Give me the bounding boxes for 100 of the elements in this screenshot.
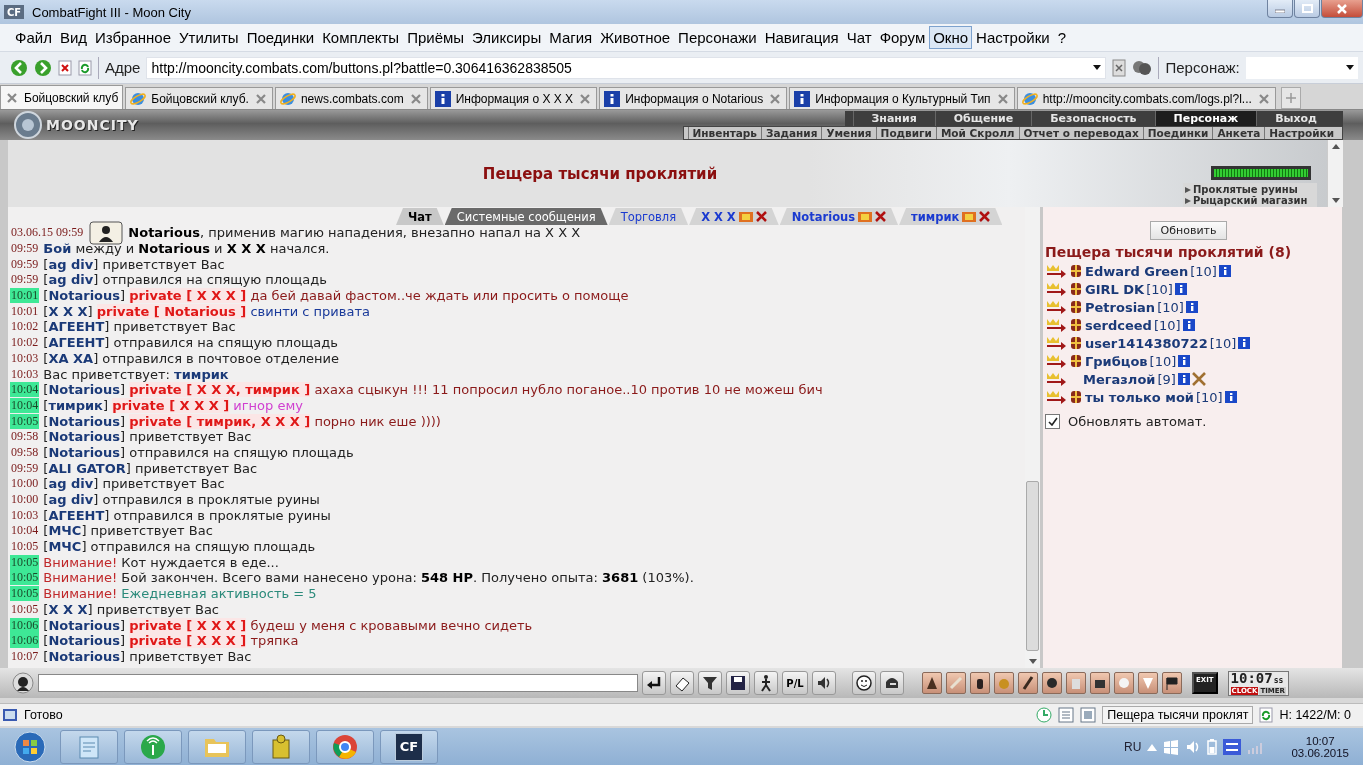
- taskbar-button[interactable]: CF: [380, 729, 438, 764]
- user-name-link[interactable]: Petrosian: [1085, 299, 1156, 315]
- taskbar-button[interactable]: [124, 729, 182, 764]
- address-field[interactable]: http://mooncity.combats.com/buttons.pl?battle=0.306416362838505: [146, 56, 1107, 79]
- nav-link[interactable]: Подвиги: [875, 127, 936, 139]
- attack-icon[interactable]: [1045, 281, 1067, 297]
- back-icon[interactable]: [10, 58, 28, 77]
- browser-tab[interactable]: news.combats.com: [274, 87, 428, 109]
- dropdown-caret-icon[interactable]: [1345, 65, 1354, 70]
- nav-link[interactable]: Мой Скролл: [935, 127, 1019, 139]
- menu-item[interactable]: Форум: [875, 26, 930, 49]
- close-icon[interactable]: [768, 91, 783, 106]
- app-logo[interactable]: CF: [395, 732, 423, 761]
- menu-item[interactable]: Эликсиры: [468, 26, 546, 49]
- refresh-icon[interactable]: [1259, 707, 1274, 723]
- close-icon[interactable]: [755, 211, 767, 222]
- nav-link[interactable]: Отчет о переводах: [1018, 127, 1143, 139]
- attack-icon[interactable]: [1045, 371, 1067, 387]
- attack-icon[interactable]: [1045, 317, 1067, 333]
- nav-link[interactable]: Умения: [821, 127, 876, 139]
- nav-link[interactable]: Настройки: [1264, 127, 1338, 139]
- pl-button[interactable]: P/L: [782, 671, 808, 695]
- browser-tab[interactable]: Информация о X X X: [429, 87, 598, 109]
- antenna-icon[interactable]: [140, 733, 166, 760]
- info-icon[interactable]: [1218, 265, 1231, 277]
- scrollbar[interactable]: [1025, 207, 1040, 668]
- taskbar-button[interactable]: [316, 729, 374, 764]
- menu-item[interactable]: Окно: [929, 26, 973, 49]
- menu-item[interactable]: Комплекты: [318, 26, 404, 49]
- browser-tab[interactable]: Информация о Notarious: [599, 87, 788, 109]
- close-icon[interactable]: [5, 90, 19, 105]
- menu-item[interactable]: Избранное: [91, 26, 176, 49]
- info-icon[interactable]: [1224, 391, 1237, 403]
- user-name-link[interactable]: GIRL DK: [1085, 281, 1145, 297]
- nav-link[interactable]: Задания: [760, 127, 822, 139]
- nav-link[interactable]: Анкета: [1212, 127, 1265, 139]
- attack-icon[interactable]: [1045, 353, 1067, 369]
- user-name-link[interactable]: user1414380722: [1085, 335, 1208, 351]
- taskbar-button[interactable]: [188, 729, 246, 764]
- chat-tab[interactable]: тимрик: [899, 208, 1003, 225]
- menu-item[interactable]: Настройки: [972, 26, 1054, 49]
- user-name-link[interactable]: serdceed: [1085, 317, 1152, 333]
- head-icon[interactable]: [12, 672, 34, 694]
- browser-tab[interactable]: Бойцовский клуб.: [125, 87, 273, 109]
- close-icon[interactable]: [875, 211, 887, 222]
- browser-tab[interactable]: Бойцовский клуб: [0, 85, 124, 109]
- browser-icon[interactable]: [332, 733, 358, 760]
- start-button[interactable]: [14, 730, 46, 763]
- menu-item[interactable]: Навигация: [760, 26, 843, 49]
- checkbox[interactable]: [1045, 414, 1060, 429]
- dropdown-caret-icon[interactable]: [1093, 65, 1102, 70]
- chat-tab[interactable]: Чат: [396, 208, 444, 225]
- forward-icon[interactable]: [34, 58, 52, 77]
- menu-item[interactable]: Утилиты: [175, 26, 243, 49]
- page-icon[interactable]: [1112, 58, 1127, 77]
- clock-time[interactable]: 10:07: [1305, 734, 1335, 747]
- clock-date[interactable]: 03.06.2015: [1291, 746, 1349, 759]
- chat-tab[interactable]: Системные сообщения: [444, 208, 608, 225]
- info-icon[interactable]: [1178, 355, 1191, 367]
- menu-item[interactable]: Чат: [842, 26, 876, 49]
- user-name-link[interactable]: Edward Green: [1085, 263, 1189, 279]
- clock-icon[interactable]: [1036, 707, 1053, 723]
- refresh-icon[interactable]: [78, 59, 92, 76]
- minimize-button[interactable]: [1267, 0, 1293, 18]
- maximize-button[interactable]: [1294, 0, 1320, 18]
- location-link[interactable]: Рыцарский магазин: [1193, 195, 1308, 206]
- attack-icon[interactable]: [1045, 299, 1067, 315]
- info-icon[interactable]: [1182, 319, 1195, 331]
- menu-item[interactable]: Поединки: [242, 26, 319, 49]
- language-indicator[interactable]: RU: [1124, 739, 1142, 754]
- refresh-button[interactable]: Обновить: [1149, 221, 1228, 240]
- info-icon[interactable]: [1174, 283, 1187, 295]
- chat-tab[interactable]: X X X: [689, 208, 779, 225]
- menu-item[interactable]: Животное: [596, 26, 675, 49]
- scroll-down-icon[interactable]: [1331, 198, 1340, 203]
- close-icon[interactable]: [1256, 91, 1271, 106]
- menu-item[interactable]: ?: [1053, 26, 1070, 49]
- browser-tab[interactable]: Информация о Культурный Тип: [789, 87, 1015, 109]
- chat-tab[interactable]: Notarious: [779, 208, 899, 225]
- browser-tab[interactable]: http://mooncity.combats.com/logs.pl?l...: [1016, 87, 1276, 109]
- menu-item[interactable]: Магия: [545, 26, 597, 49]
- network-switch-icon[interactable]: [1223, 738, 1242, 755]
- menu-item[interactable]: Персонажи: [674, 26, 761, 49]
- info-icon[interactable]: [1177, 373, 1190, 385]
- close-icon[interactable]: [578, 91, 593, 106]
- user-name-link[interactable]: ты только мой: [1085, 389, 1194, 405]
- close-icon[interactable]: [408, 91, 423, 106]
- info-icon[interactable]: [1185, 301, 1198, 313]
- chat-input-field[interactable]: [38, 674, 638, 692]
- close-icon[interactable]: [979, 211, 991, 222]
- close-icon[interactable]: [253, 91, 268, 106]
- user-name-link[interactable]: Мегазлой: [1083, 371, 1156, 387]
- stop-icon[interactable]: [58, 59, 72, 76]
- info-icon[interactable]: [1238, 337, 1251, 349]
- scroll-down-icon[interactable]: [1028, 659, 1037, 664]
- close-button[interactable]: [1321, 0, 1363, 18]
- menu-item[interactable]: Файл: [11, 26, 56, 49]
- attack-icon[interactable]: [1045, 389, 1067, 405]
- menu-item[interactable]: Вид: [55, 26, 92, 49]
- scroll-up-icon[interactable]: [1331, 144, 1340, 149]
